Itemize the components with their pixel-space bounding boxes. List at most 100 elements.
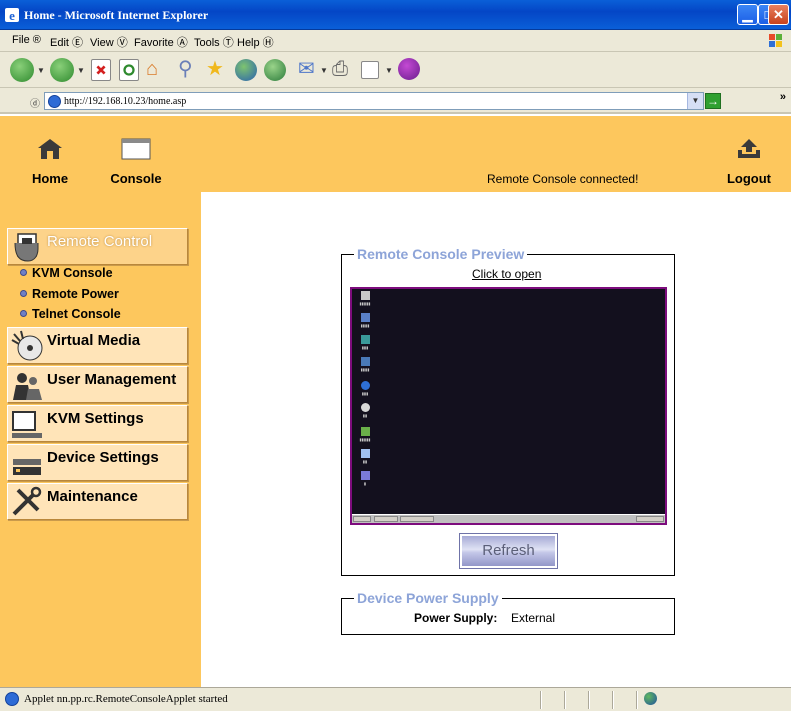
top-navigation: Home Console Remote Console connected! L… bbox=[0, 116, 791, 192]
status-divider bbox=[564, 691, 566, 709]
page-icon bbox=[48, 95, 61, 108]
internet-zone-icon bbox=[644, 692, 657, 705]
submenu-remote-power[interactable]: Remote Power bbox=[20, 287, 119, 301]
power-legend: Device Power Supply bbox=[354, 590, 502, 606]
windows-logo-icon bbox=[769, 34, 782, 47]
nav-home[interactable]: Home bbox=[28, 138, 72, 186]
submenu-kvm-console[interactable]: KVM Console bbox=[20, 266, 113, 280]
remote-quicklaunch bbox=[374, 516, 398, 522]
home-page-icon[interactable]: ⌂ bbox=[146, 57, 158, 81]
click-to-open-link[interactable]: Click to open bbox=[472, 267, 541, 281]
power-supply-label: Power Supply: bbox=[414, 611, 498, 625]
remote-task bbox=[400, 516, 434, 522]
menu-virtual-media[interactable]: Virtual Media bbox=[7, 327, 188, 364]
bullet-icon bbox=[20, 269, 27, 276]
status-text: Applet nn.pp.rc.RemoteConsoleApplet star… bbox=[24, 693, 228, 705]
menu-remote-control[interactable]: Remote Control bbox=[7, 228, 188, 265]
remote-tray bbox=[636, 516, 664, 522]
minimize-button[interactable]: ▁ bbox=[737, 4, 758, 25]
address-bar: ⓓ http://192.168.10.23/home.asp ▼ → » bbox=[0, 88, 791, 114]
submenu-telnet-console[interactable]: Telnet Console bbox=[20, 307, 121, 321]
back-icon[interactable] bbox=[10, 58, 34, 82]
favorites-icon[interactable]: ★ bbox=[206, 57, 224, 81]
preview-legend: Remote Console Preview bbox=[354, 246, 528, 262]
bullet-icon bbox=[20, 310, 27, 317]
nav-home-label: Home bbox=[31, 171, 69, 186]
menu-virtual-media-label: Virtual Media bbox=[47, 332, 141, 349]
edit-icon[interactable] bbox=[361, 61, 379, 79]
menu-tools[interactable]: Tools Ⓣ bbox=[194, 34, 234, 50]
menu-remote-control-label: Remote Control bbox=[47, 233, 153, 250]
desktop-icon: ▮▮▮ bbox=[355, 335, 375, 350]
mail-icon[interactable]: ✉ bbox=[298, 57, 315, 81]
desktop-icon: ▮▮▮ bbox=[355, 381, 375, 396]
edit-dropdown-icon[interactable]: ▼ bbox=[385, 66, 393, 75]
address-input[interactable]: http://192.168.10.23/home.asp ▼ bbox=[44, 92, 704, 110]
desktop-icon: ▮▮▮▮ bbox=[355, 357, 375, 372]
menu-device-settings-label: Device Settings bbox=[47, 449, 159, 466]
menu-maintenance[interactable]: Maintenance bbox=[7, 483, 188, 520]
nav-console[interactable]: Console bbox=[108, 138, 164, 186]
status-divider bbox=[588, 691, 590, 709]
submenu-kvm-console-label: KVM Console bbox=[32, 266, 113, 280]
remote-taskbar bbox=[352, 514, 665, 523]
messenger-icon[interactable] bbox=[398, 58, 420, 80]
menu-device-settings[interactable]: Device Settings bbox=[7, 444, 188, 481]
desktop-icon: ▮▮▮▮ bbox=[355, 313, 375, 328]
internet-explorer-icon: e bbox=[5, 8, 19, 23]
tools-icon bbox=[12, 486, 42, 516]
status-divider bbox=[540, 691, 542, 709]
window-titlebar: e Home - Microsoft Internet Explorer ▁ □… bbox=[0, 0, 791, 30]
menu-user-management[interactable]: User Management bbox=[7, 366, 188, 403]
desktop-icon: ▮▮ bbox=[355, 403, 375, 418]
back-dropdown-icon[interactable]: ▼ bbox=[37, 66, 45, 75]
submenu-remote-power-label: Remote Power bbox=[32, 287, 119, 301]
address-url[interactable]: http://192.168.10.23/home.asp bbox=[64, 96, 186, 107]
print-icon[interactable]: ⎙ bbox=[332, 57, 348, 81]
refresh-button-label: Refresh bbox=[482, 542, 535, 559]
history-icon[interactable] bbox=[264, 59, 286, 81]
device-power-supply-panel: Device Power Supply Power Supply: Extern… bbox=[341, 590, 675, 635]
submenu-telnet-console-label: Telnet Console bbox=[32, 307, 121, 321]
status-divider bbox=[636, 691, 638, 709]
stop-icon[interactable] bbox=[91, 59, 111, 81]
window-title: Home - Microsoft Internet Explorer bbox=[24, 8, 209, 22]
nav-logout[interactable]: Logout bbox=[724, 138, 774, 186]
svg-text:e: e bbox=[9, 8, 15, 23]
status-bar: Applet nn.pp.rc.RemoteConsoleApplet star… bbox=[0, 687, 791, 711]
menu-favorite[interactable]: Favorite Ⓐ bbox=[134, 34, 188, 50]
refresh-icon[interactable] bbox=[119, 59, 139, 81]
nav-logout-label: Logout bbox=[726, 171, 772, 186]
logout-icon bbox=[738, 139, 760, 158]
menu-user-management-label: User Management bbox=[47, 371, 177, 388]
desktop-icon: ▮▮ bbox=[355, 449, 375, 464]
menu-kvm-settings-label: KVM Settings bbox=[47, 410, 144, 427]
address-label: ⓓ bbox=[30, 99, 40, 110]
go-button[interactable]: → bbox=[705, 93, 721, 109]
refresh-button[interactable]: Refresh bbox=[459, 533, 558, 569]
web-page: Home Console Remote Console connected! L… bbox=[0, 116, 791, 687]
console-preview-image[interactable]: ▮▮▮▮▮ ▮▮▮▮ ▮▮▮ ▮▮▮▮ ▮▮▮ ▮▮ ▮▮▮▮▮ ▮▮ ▮ bbox=[350, 287, 667, 525]
power-supply-value: External bbox=[511, 611, 556, 625]
menu-view[interactable]: View Ⓥ bbox=[90, 34, 128, 50]
forward-icon[interactable] bbox=[50, 58, 74, 82]
menu-help[interactable]: Help Ⓗ bbox=[237, 34, 274, 50]
media-icon[interactable] bbox=[235, 59, 257, 81]
close-button[interactable]: ✕ bbox=[768, 4, 789, 25]
remote-start-button bbox=[353, 516, 371, 522]
search-icon[interactable]: ⚲ bbox=[178, 57, 193, 81]
bullet-icon bbox=[20, 290, 27, 297]
address-dropdown-icon[interactable]: ▼ bbox=[687, 93, 703, 109]
links-chevron-icon[interactable]: » bbox=[780, 91, 786, 103]
desktop-icon: ▮▮▮▮▮ bbox=[355, 291, 375, 306]
content-corner bbox=[201, 192, 281, 232]
virtual-media-icon bbox=[11, 330, 43, 361]
mail-dropdown-icon[interactable]: ▼ bbox=[320, 66, 328, 75]
menu-edit[interactable]: Edit Ⓔ bbox=[50, 34, 83, 50]
console-window-icon bbox=[121, 138, 151, 160]
forward-dropdown-icon[interactable]: ▼ bbox=[77, 66, 85, 75]
status-divider bbox=[612, 691, 614, 709]
menu-file[interactable]: File ® bbox=[12, 34, 41, 46]
desktop-icon: ▮▮▮▮▮ bbox=[355, 427, 375, 442]
menu-kvm-settings[interactable]: KVM Settings bbox=[7, 405, 188, 442]
